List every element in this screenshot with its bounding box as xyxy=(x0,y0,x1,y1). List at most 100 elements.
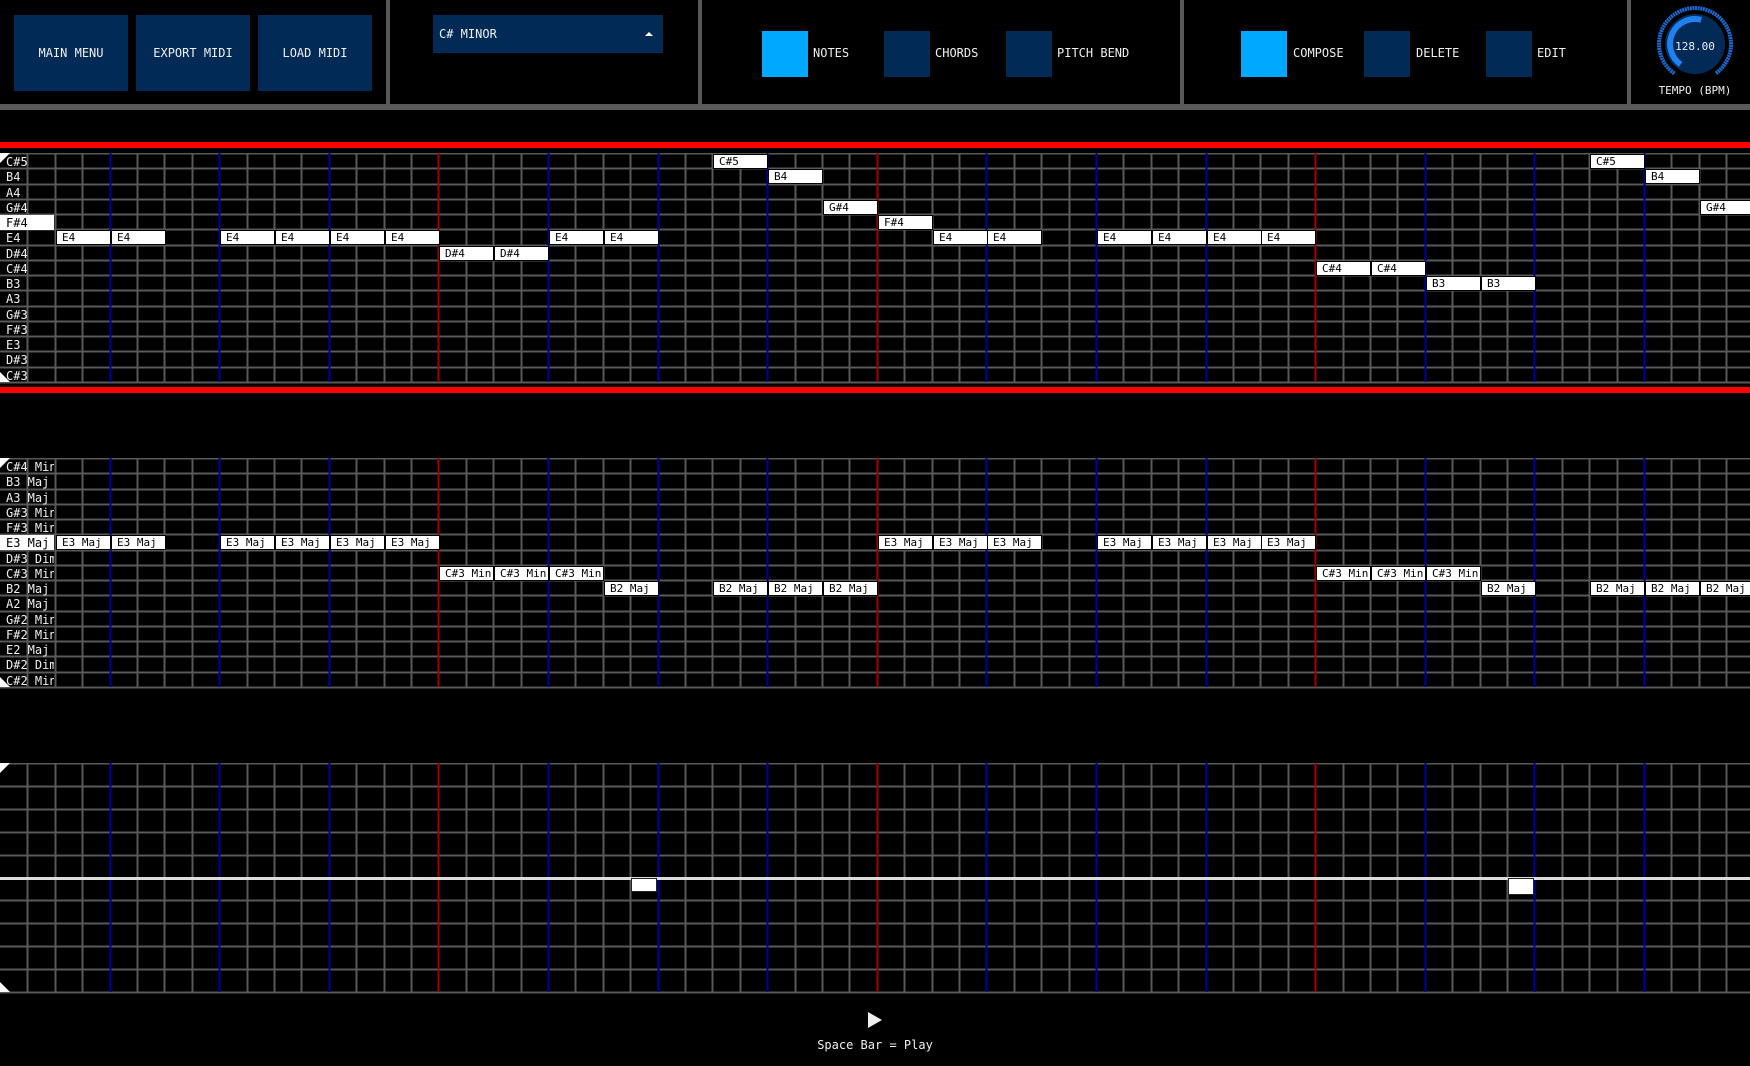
row-label: F#3 Min xyxy=(6,521,54,535)
tempo-knob[interactable]: 128.00 TEMPO (BPM) xyxy=(1652,6,1742,102)
pitch-bend-marker[interactable] xyxy=(631,878,657,892)
pitch-bend-view-label: PITCH BEND xyxy=(1057,46,1130,60)
chord-block[interactable]: E3 Maj xyxy=(1261,535,1316,550)
resize-handle-bottom[interactable] xyxy=(0,372,10,382)
row-label: B2 Maj xyxy=(6,582,50,596)
row-label: D#4 xyxy=(6,247,28,261)
notes-bottom-bar xyxy=(0,387,1750,393)
grid-lines xyxy=(0,153,1750,384)
scale-dropdown[interactable]: C# MINOR xyxy=(433,15,663,53)
note-block[interactable]: C#5 xyxy=(713,154,768,169)
note-block[interactable]: E4 xyxy=(1261,230,1316,245)
chord-block[interactable]: B2 Maj xyxy=(1700,581,1750,596)
chord-block[interactable]: C#3 Min xyxy=(549,566,604,581)
note-block[interactable]: E4 xyxy=(549,230,604,245)
note-block[interactable]: E4 xyxy=(1097,230,1152,245)
note-block[interactable]: E4 xyxy=(111,230,166,245)
resize-handle-top[interactable] xyxy=(0,763,10,773)
note-block[interactable]: E4 xyxy=(330,230,385,245)
note-block[interactable]: E4 xyxy=(933,230,988,245)
note-block[interactable]: F#4 xyxy=(878,215,933,230)
tempo-value: 128.00 xyxy=(1675,40,1715,53)
row-label: A2 Maj xyxy=(6,597,50,611)
chord-block[interactable]: E3 Maj xyxy=(220,535,275,550)
note-block[interactable]: C#4 xyxy=(1371,261,1426,276)
edit-mode-toggle[interactable] xyxy=(1486,31,1532,77)
row-label: D#3 Dim xyxy=(6,552,54,566)
row-label: F#2 Min xyxy=(6,628,54,642)
row-label: C#4 xyxy=(6,262,28,276)
chords-view-label: CHORDS xyxy=(935,46,979,60)
chord-block[interactable]: E3 Maj xyxy=(275,535,330,550)
divider xyxy=(1627,0,1631,108)
note-block[interactable]: E4 xyxy=(987,230,1042,245)
chords-grid[interactable]: C#4 Min B3 Maj A3 Maj G#3 Min F#3 Min E3 Maj D… xyxy=(0,458,1750,689)
chord-block[interactable]: E3 Maj xyxy=(878,535,933,550)
pitch-bend-grid[interactable] xyxy=(0,763,1750,994)
chord-block[interactable]: B2 Maj xyxy=(823,581,878,596)
note-block[interactable]: E4 xyxy=(604,230,659,245)
note-block[interactable]: B4 xyxy=(768,169,823,184)
resize-handle-bottom[interactable] xyxy=(0,982,10,992)
resize-handle-top[interactable] xyxy=(0,153,10,163)
note-block[interactable]: D#4 xyxy=(439,246,494,261)
toolbar: MAIN MENU EXPORT MIDI LOAD MIDI C# MINOR… xyxy=(0,0,1750,112)
divider xyxy=(1180,0,1184,108)
note-block[interactable]: G#4 xyxy=(823,200,878,215)
note-block[interactable]: E4 xyxy=(385,230,440,245)
note-block[interactable]: E4 xyxy=(275,230,330,245)
chord-block[interactable]: E3 Maj xyxy=(385,535,440,550)
notes-view-toggle[interactable] xyxy=(762,31,808,77)
note-block[interactable]: G#4 xyxy=(1700,200,1750,215)
note-block[interactable]: D#4 xyxy=(494,246,549,261)
note-block[interactable]: C#5 xyxy=(1590,154,1645,169)
row-label: A3 Maj xyxy=(6,491,50,505)
chord-block[interactable]: C#3 Min xyxy=(494,566,549,581)
chord-block[interactable]: B2 Maj xyxy=(604,581,659,596)
row-label: B4 xyxy=(6,170,21,184)
resize-handle-top[interactable] xyxy=(0,458,10,468)
chords-view-toggle[interactable] xyxy=(884,31,930,77)
chord-block[interactable]: E3 Maj xyxy=(987,535,1042,550)
chord-block[interactable]: E3 Maj xyxy=(1097,535,1152,550)
compose-mode-toggle[interactable] xyxy=(1241,31,1287,77)
pitch-bend-view-toggle[interactable] xyxy=(1006,31,1052,77)
row-label: D#3 xyxy=(6,353,28,367)
note-block[interactable]: C#4 xyxy=(1316,261,1371,276)
chord-block[interactable]: C#3 Min xyxy=(1426,566,1481,581)
main-menu-button[interactable]: MAIN MENU xyxy=(14,15,128,91)
row-label: G#4 xyxy=(6,201,28,215)
pitch-bend-marker[interactable] xyxy=(1508,878,1534,895)
note-block[interactable]: B3 xyxy=(1481,276,1536,291)
chord-block[interactable]: E3 Maj xyxy=(1207,535,1262,550)
notes-grid[interactable]: C#5 B4 A4 G#4 F#4 E4 D#4 C#4 B3 A3 G#3 F#3 E3 D#3 C#3 E… xyxy=(0,153,1750,384)
export-midi-button[interactable]: EXPORT MIDI xyxy=(136,15,250,91)
note-block[interactable]: E4 xyxy=(1207,230,1262,245)
note-block[interactable]: E4 xyxy=(56,230,111,245)
divider xyxy=(386,0,390,108)
chord-block[interactable]: C#3 Min xyxy=(439,566,494,581)
chord-block[interactable]: E3 Maj xyxy=(330,535,385,550)
chord-block[interactable]: B2 Maj xyxy=(1645,581,1700,596)
pitch-bend-zero-line xyxy=(0,877,1750,880)
chord-block[interactable]: B2 Maj xyxy=(1481,581,1536,596)
load-midi-button[interactable]: LOAD MIDI xyxy=(258,15,372,91)
note-block[interactable]: E4 xyxy=(220,230,275,245)
chord-block[interactable]: E3 Maj xyxy=(56,535,111,550)
play-icon[interactable] xyxy=(868,1012,882,1028)
chord-block[interactable]: E3 Maj xyxy=(933,535,988,550)
delete-mode-toggle[interactable] xyxy=(1364,31,1410,77)
resize-handle-bottom[interactable] xyxy=(0,677,10,687)
note-block[interactable]: E4 xyxy=(1152,230,1207,245)
chord-block[interactable]: B2 Maj xyxy=(768,581,823,596)
row-label: E3 xyxy=(6,338,21,352)
note-block[interactable]: B4 xyxy=(1645,169,1700,184)
chord-block[interactable]: E3 Maj xyxy=(1152,535,1207,550)
chord-block[interactable]: B2 Maj xyxy=(1590,581,1645,596)
chord-block[interactable]: B2 Maj xyxy=(713,581,768,596)
note-block[interactable]: B3 xyxy=(1426,276,1481,291)
chord-block[interactable]: E3 Maj xyxy=(111,535,166,550)
chord-block[interactable]: C#3 Min xyxy=(1316,566,1371,581)
chord-block[interactable]: C#3 Min xyxy=(1371,566,1426,581)
row-label: E4 xyxy=(6,231,21,245)
